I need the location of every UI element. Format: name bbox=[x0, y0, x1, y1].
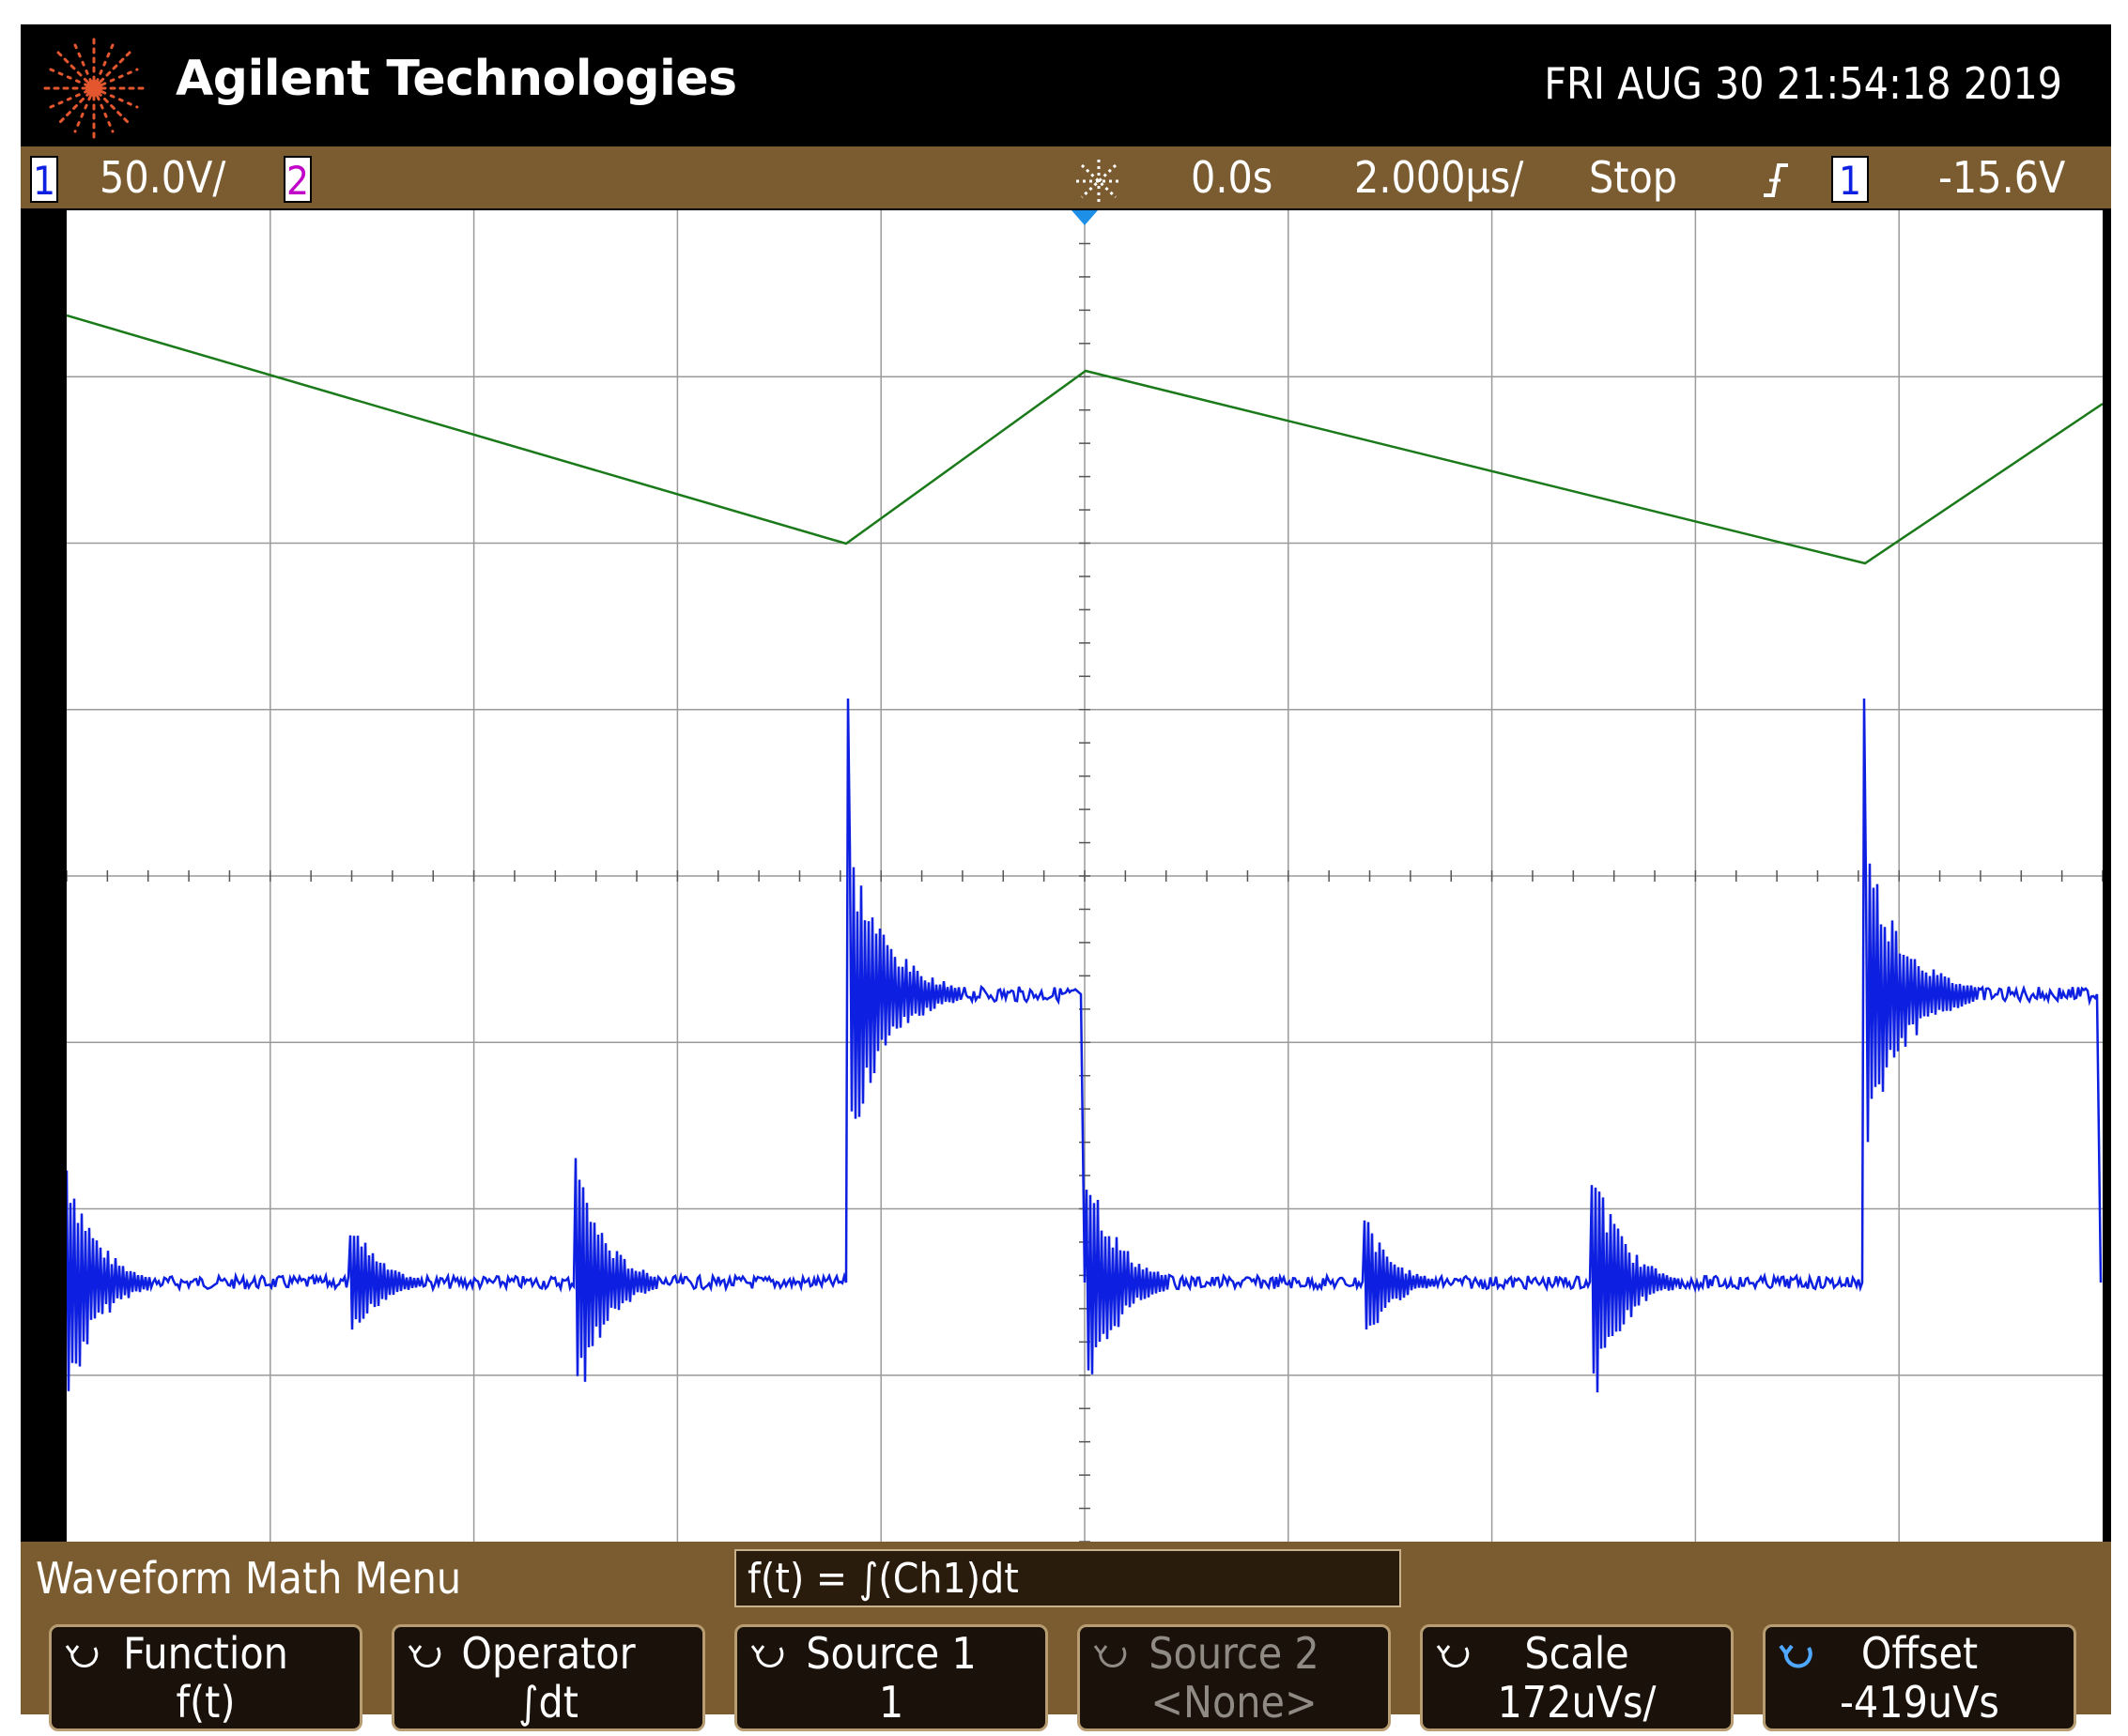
graticule bbox=[67, 210, 2103, 1542]
rising-edge-icon bbox=[1764, 163, 1788, 197]
trigger-level: -15.6V bbox=[1938, 152, 2066, 203]
offset-softkey[interactable]: Offset -419uVs bbox=[1763, 1624, 2076, 1731]
operator-softkey[interactable]: Operator ∫dt bbox=[392, 1624, 705, 1731]
agilent-spark-logo-icon bbox=[43, 38, 145, 139]
channel-1-trace bbox=[67, 698, 2103, 1393]
softkey-value: f(t) bbox=[176, 1677, 236, 1728]
softkey-value: <None> bbox=[1150, 1677, 1318, 1728]
trigger-sparkle-icon bbox=[1076, 160, 1121, 203]
function-softkey[interactable]: Function f(t) bbox=[49, 1624, 362, 1731]
time-scale: 2.000µs/ bbox=[1354, 152, 1524, 203]
channel-1-scale: 50.0V/ bbox=[100, 152, 226, 203]
softkey-menu: Waveform Math Menu f(t) = ∫(Ch1)dt Funct… bbox=[21, 1542, 2111, 1731]
time-delay: 0.0s bbox=[1191, 152, 1273, 203]
menu-title: Waveform Math Menu bbox=[36, 1553, 462, 1604]
trigger-position-marker bbox=[1072, 210, 1098, 225]
channel-1-indicator[interactable]: 1 bbox=[30, 156, 58, 204]
date-time: FRI AUG 30 21:54:18 2019 bbox=[1544, 58, 2062, 109]
softkey-label: Scale bbox=[1524, 1628, 1629, 1679]
oscilloscope-screen: Agilent Technologies FRI AUG 30 21:54:18… bbox=[21, 24, 2111, 1731]
source-1-softkey[interactable]: Source 1 1 bbox=[734, 1624, 1048, 1731]
math-formula: f(t) = ∫(Ch1)dt bbox=[734, 1549, 1401, 1607]
softkey-value: -419uVs bbox=[1839, 1677, 1999, 1728]
softkey-value: 172uVs/ bbox=[1497, 1677, 1657, 1728]
softkey-label: Operator bbox=[461, 1628, 636, 1679]
softkey-label: Source 1 bbox=[806, 1628, 977, 1679]
status-bar: 1 50.0V/ 2 0.0s 2.000µs/ Stop 1 -15.6V bbox=[21, 146, 2111, 208]
source-2-softkey[interactable]: Source 2 <None> bbox=[1077, 1624, 1391, 1731]
title-bar: Agilent Technologies FRI AUG 30 21:54:18… bbox=[21, 24, 2111, 146]
softkey-label: Source 2 bbox=[1149, 1628, 1319, 1679]
waveform-display bbox=[64, 210, 2103, 1542]
trigger-source-indicator[interactable]: 1 bbox=[1831, 156, 1869, 204]
softkey-label: Function bbox=[123, 1628, 288, 1679]
run-state[interactable]: Stop bbox=[1589, 152, 1677, 203]
softkey-value: ∫dt bbox=[517, 1677, 579, 1728]
softkey-label: Offset bbox=[1860, 1628, 1979, 1679]
channel-2-indicator[interactable]: 2 bbox=[284, 156, 312, 204]
brand-name: Agilent Technologies bbox=[176, 51, 737, 107]
scale-softkey[interactable]: Scale 172uVs/ bbox=[1420, 1624, 1734, 1731]
softkey-value: 1 bbox=[878, 1677, 904, 1728]
